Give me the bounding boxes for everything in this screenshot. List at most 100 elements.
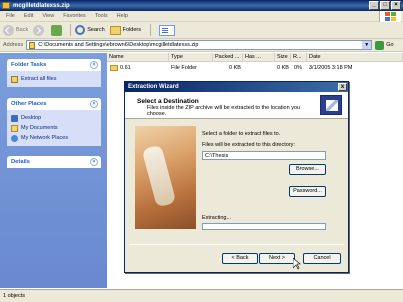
column-header-size[interactable]: Size [275,53,291,62]
place-label: My Documents [21,125,58,131]
place-label: My Network Places [21,135,69,141]
dialog-close-button[interactable]: x [338,83,347,91]
extract-icon [11,75,18,83]
zip-folder-icon [29,41,36,49]
menu-tools[interactable]: Tools [95,13,108,19]
details-panel: Details ˅ [7,156,101,168]
up-folder-icon[interactable] [51,24,63,36]
destination-label: Files will be extracted to this director… [202,142,295,148]
address-label: Address [3,42,24,48]
address-bar: Address C:\Documents and Settings\ebrown… [0,39,403,52]
documents-folder-icon [11,124,18,132]
go-arrow-icon [375,40,385,50]
extract-all-label: Extract all files [21,76,57,82]
zip-extract-icon [320,95,342,115]
file-date: 3/1/2005 3:18 PM [309,65,353,71]
close-button[interactable]: × [391,1,401,10]
minimize-button[interactable]: _ [369,1,379,10]
expand-icon[interactable]: ˅ [90,158,98,166]
toolbar: Back Search Folders [0,22,403,39]
menu-help[interactable]: Help [117,13,128,19]
dialog-divider [129,244,344,245]
dialog-title: Extraction Wizard [128,84,179,90]
forward-arrow-icon [33,24,45,36]
back-button[interactable]: < Back [222,253,258,264]
back-label: Back [16,27,29,33]
address-input[interactable]: C:\Documents and Settings\ebrown6\Deskto… [26,40,373,50]
extracting-label: Extracting... [202,215,232,221]
details-header[interactable]: Details ˅ [7,156,101,168]
toolbar-divider [150,24,152,36]
title-bar: mcgilletdlatexss.zip _ □ × [0,0,403,11]
zip-folder-icon [2,2,10,9]
column-header-date[interactable]: Date [307,53,403,62]
file-name-cell: 0.61 [110,64,131,73]
toolbar-divider [70,24,72,36]
maximize-button[interactable]: □ [380,1,390,10]
go-label: Go [386,42,394,48]
column-header-ratio[interactable]: R... [291,53,307,62]
folder-tasks-header[interactable]: Folder Tasks ˄ [7,59,101,71]
menu-bar: File Edit View Favorites Tools Help [0,11,403,22]
file-packed: 0 KB [229,65,241,71]
other-places-header[interactable]: Other Places ˄ [7,98,101,110]
collapse-icon[interactable]: ˄ [90,61,98,69]
status-bar: 1 objects [0,289,403,302]
dialog-title-bar: Extraction Wizard x [125,82,348,92]
desktop-icon [11,114,18,122]
mouse-cursor-icon [293,258,301,270]
place-my-documents[interactable]: My Documents [11,123,97,133]
file-ratio: 0% [294,65,302,71]
search-label: Search [87,27,105,33]
extraction-progress-bar [202,223,326,230]
menu-edit[interactable]: Edit [24,13,33,19]
other-places-title: Other Places [11,101,47,107]
dialog-header: Select a Destination Files inside the ZI… [125,92,348,119]
back-button[interactable]: Back [3,24,29,36]
browse-button[interactable]: Browse... [289,164,326,175]
instruction-text: Select a folder to extract files to. [202,131,281,137]
folder-tasks-panel: Folder Tasks ˄ Extract all files [7,59,101,87]
task-pane: Folder Tasks ˄ Extract all files Other P… [0,53,107,288]
column-header-packed[interactable]: Packed ... [213,53,243,62]
other-places-panel: Other Places ˄ Desktop My Documents My N… [7,98,101,146]
forward-button[interactable] [33,24,46,36]
address-value: C:\Documents and Settings\ebrown6\Deskto… [38,42,199,48]
column-header-has[interactable]: Has ... [243,53,275,62]
views-icon[interactable] [159,24,176,36]
folder-icon [110,64,118,71]
place-label: Desktop [21,115,42,121]
extract-all-link[interactable]: Extract all files [11,74,97,84]
folders-button[interactable]: Folders [109,25,142,35]
window-title: mcgilletdlatexss.zip [13,2,70,9]
extraction-wizard-dialog: Extraction Wizard x Select a Destination… [124,81,349,273]
menu-favorites[interactable]: Favorites [63,13,86,19]
menu-view[interactable]: View [42,13,54,19]
file-size: 0 KB [277,65,289,71]
password-button[interactable]: Password... [289,186,326,197]
windows-logo-icon [379,11,401,22]
back-arrow-icon [3,24,14,36]
cancel-button[interactable]: Cancel [303,253,341,264]
menu-file[interactable]: File [6,13,15,19]
next-button[interactable]: Next > [259,253,295,264]
collapse-icon[interactable]: ˄ [90,100,98,108]
file-name: 0.61 [120,65,131,71]
file-type: File Folder [171,65,197,71]
column-header-type[interactable]: Type [169,53,213,62]
chevron-down-icon[interactable]: ▼ [362,41,372,49]
folder-tasks-title: Folder Tasks [11,62,47,68]
place-network[interactable]: My Network Places [11,133,97,143]
folders-label: Folders [122,27,142,33]
destination-input[interactable]: C:\Thesis [202,151,326,160]
column-header-name[interactable]: Name [107,53,169,62]
details-title: Details [11,159,31,165]
search-icon [75,25,86,35]
place-desktop[interactable]: Desktop [11,113,97,123]
dialog-heading: Select a Destination [137,98,199,105]
dialog-subheading: Files inside the ZIP archive will be ext… [147,105,301,117]
search-button[interactable]: Search [75,25,105,35]
folders-icon [109,25,121,35]
wizard-illustration [135,126,196,229]
go-button[interactable]: Go [375,40,394,50]
